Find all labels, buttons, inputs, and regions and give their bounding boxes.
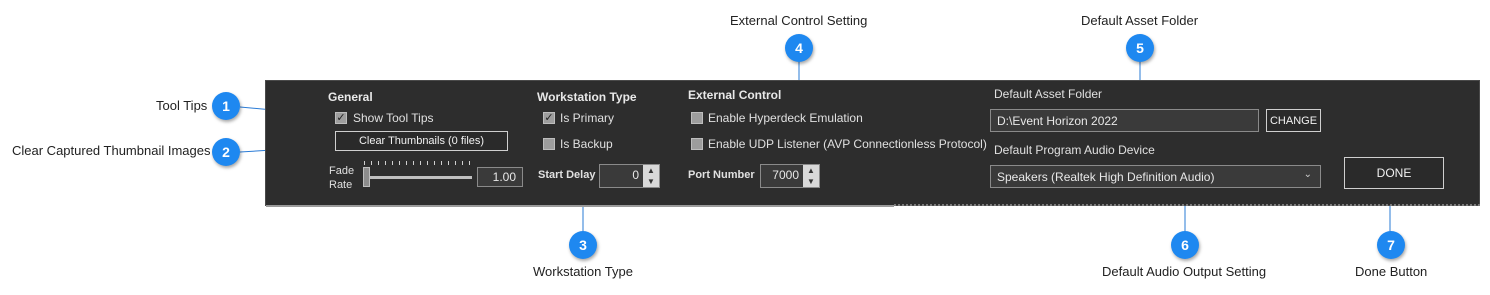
rate-label: Rate	[329, 179, 353, 191]
callout-badge-5: 5	[1126, 34, 1154, 62]
callout-label-external-control: External Control Setting	[730, 13, 868, 28]
callout-badge-6: 6	[1171, 231, 1199, 259]
audio-device-select[interactable]: Speakers (Realtek High Definition Audio)…	[990, 165, 1321, 188]
panel-bottom-border	[266, 205, 894, 207]
is-primary-label: Is Primary	[560, 111, 614, 125]
general-heading: General	[328, 90, 373, 104]
spin-up-icon[interactable]: ▲	[803, 165, 819, 176]
callout-label-workstation-type: Workstation Type	[533, 264, 633, 279]
callout-badge-2: 2	[212, 138, 240, 166]
fade-slider-ticks	[364, 161, 470, 165]
clear-thumbnails-button[interactable]: Clear Thumbnails (0 files)	[335, 131, 508, 151]
is-backup-label: Is Backup	[560, 137, 613, 151]
is-backup-checkbox[interactable]	[543, 138, 555, 150]
audio-device-heading: Default Program Audio Device	[994, 143, 1155, 157]
fade-slider-thumb[interactable]	[363, 167, 370, 187]
external-control-heading: External Control	[688, 88, 782, 102]
fade-rate-value[interactable]: 1.00	[477, 167, 523, 187]
start-delay-arrows[interactable]: ▲ ▼	[643, 165, 659, 187]
chevron-down-icon: ⌄	[1303, 169, 1312, 180]
port-number-label: Port Number	[688, 169, 755, 181]
callout-badge-1: 1	[212, 92, 240, 120]
change-folder-button[interactable]: CHANGE	[1266, 109, 1321, 132]
callout-label-tool-tips: Tool Tips	[156, 98, 208, 113]
callout-label-default-asset-folder: Default Asset Folder	[1081, 13, 1199, 28]
callout-badge-3: 3	[569, 231, 597, 259]
hyperdeck-checkbox[interactable]	[691, 112, 703, 124]
panel-bottom-dots	[894, 204, 1480, 206]
asset-folder-heading: Default Asset Folder	[994, 87, 1103, 101]
start-delay-label: Start Delay	[538, 169, 596, 181]
spin-up-icon[interactable]: ▲	[643, 165, 659, 176]
workstation-heading: Workstation Type	[537, 90, 637, 104]
fade-label: Fade	[329, 165, 355, 177]
port-number-spinner[interactable]: 7000 ▲ ▼	[760, 164, 820, 188]
callout-label-done-button: Done Button	[1355, 264, 1428, 279]
audio-device-value: Speakers (Realtek High Definition Audio)	[997, 169, 1215, 184]
show-tool-tips-label: Show Tool Tips	[353, 111, 434, 125]
port-number-value: 7000	[772, 168, 799, 182]
asset-folder-path-field[interactable]: D:\Event Horizon 2022	[990, 109, 1259, 132]
callout-label-clear-thumbnails: Clear Captured Thumbnail Images	[12, 143, 211, 158]
callout-label-default-audio: Default Audio Output Setting	[1102, 264, 1267, 279]
callout-badge-7: 7	[1377, 231, 1405, 259]
udp-listener-label: Enable UDP Listener (AVP Connectionless …	[708, 137, 987, 151]
fade-slider-track[interactable]	[366, 176, 472, 179]
done-button[interactable]: DONE	[1344, 157, 1444, 189]
start-delay-value: 0	[632, 168, 639, 182]
start-delay-spinner[interactable]: 0 ▲ ▼	[599, 164, 660, 188]
hyperdeck-label: Enable Hyperdeck Emulation	[708, 111, 863, 125]
spin-down-icon[interactable]: ▼	[643, 176, 659, 187]
callout-badge-4: 4	[785, 34, 813, 62]
udp-listener-checkbox[interactable]	[691, 138, 703, 150]
spin-down-icon[interactable]: ▼	[803, 176, 819, 187]
show-tool-tips-checkbox[interactable]: ✓	[335, 112, 347, 124]
port-number-arrows[interactable]: ▲ ▼	[803, 165, 819, 187]
is-primary-checkbox[interactable]: ✓	[543, 112, 555, 124]
settings-panel: General ✓ Show Tool Tips Clear Thumbnail…	[265, 80, 1480, 207]
